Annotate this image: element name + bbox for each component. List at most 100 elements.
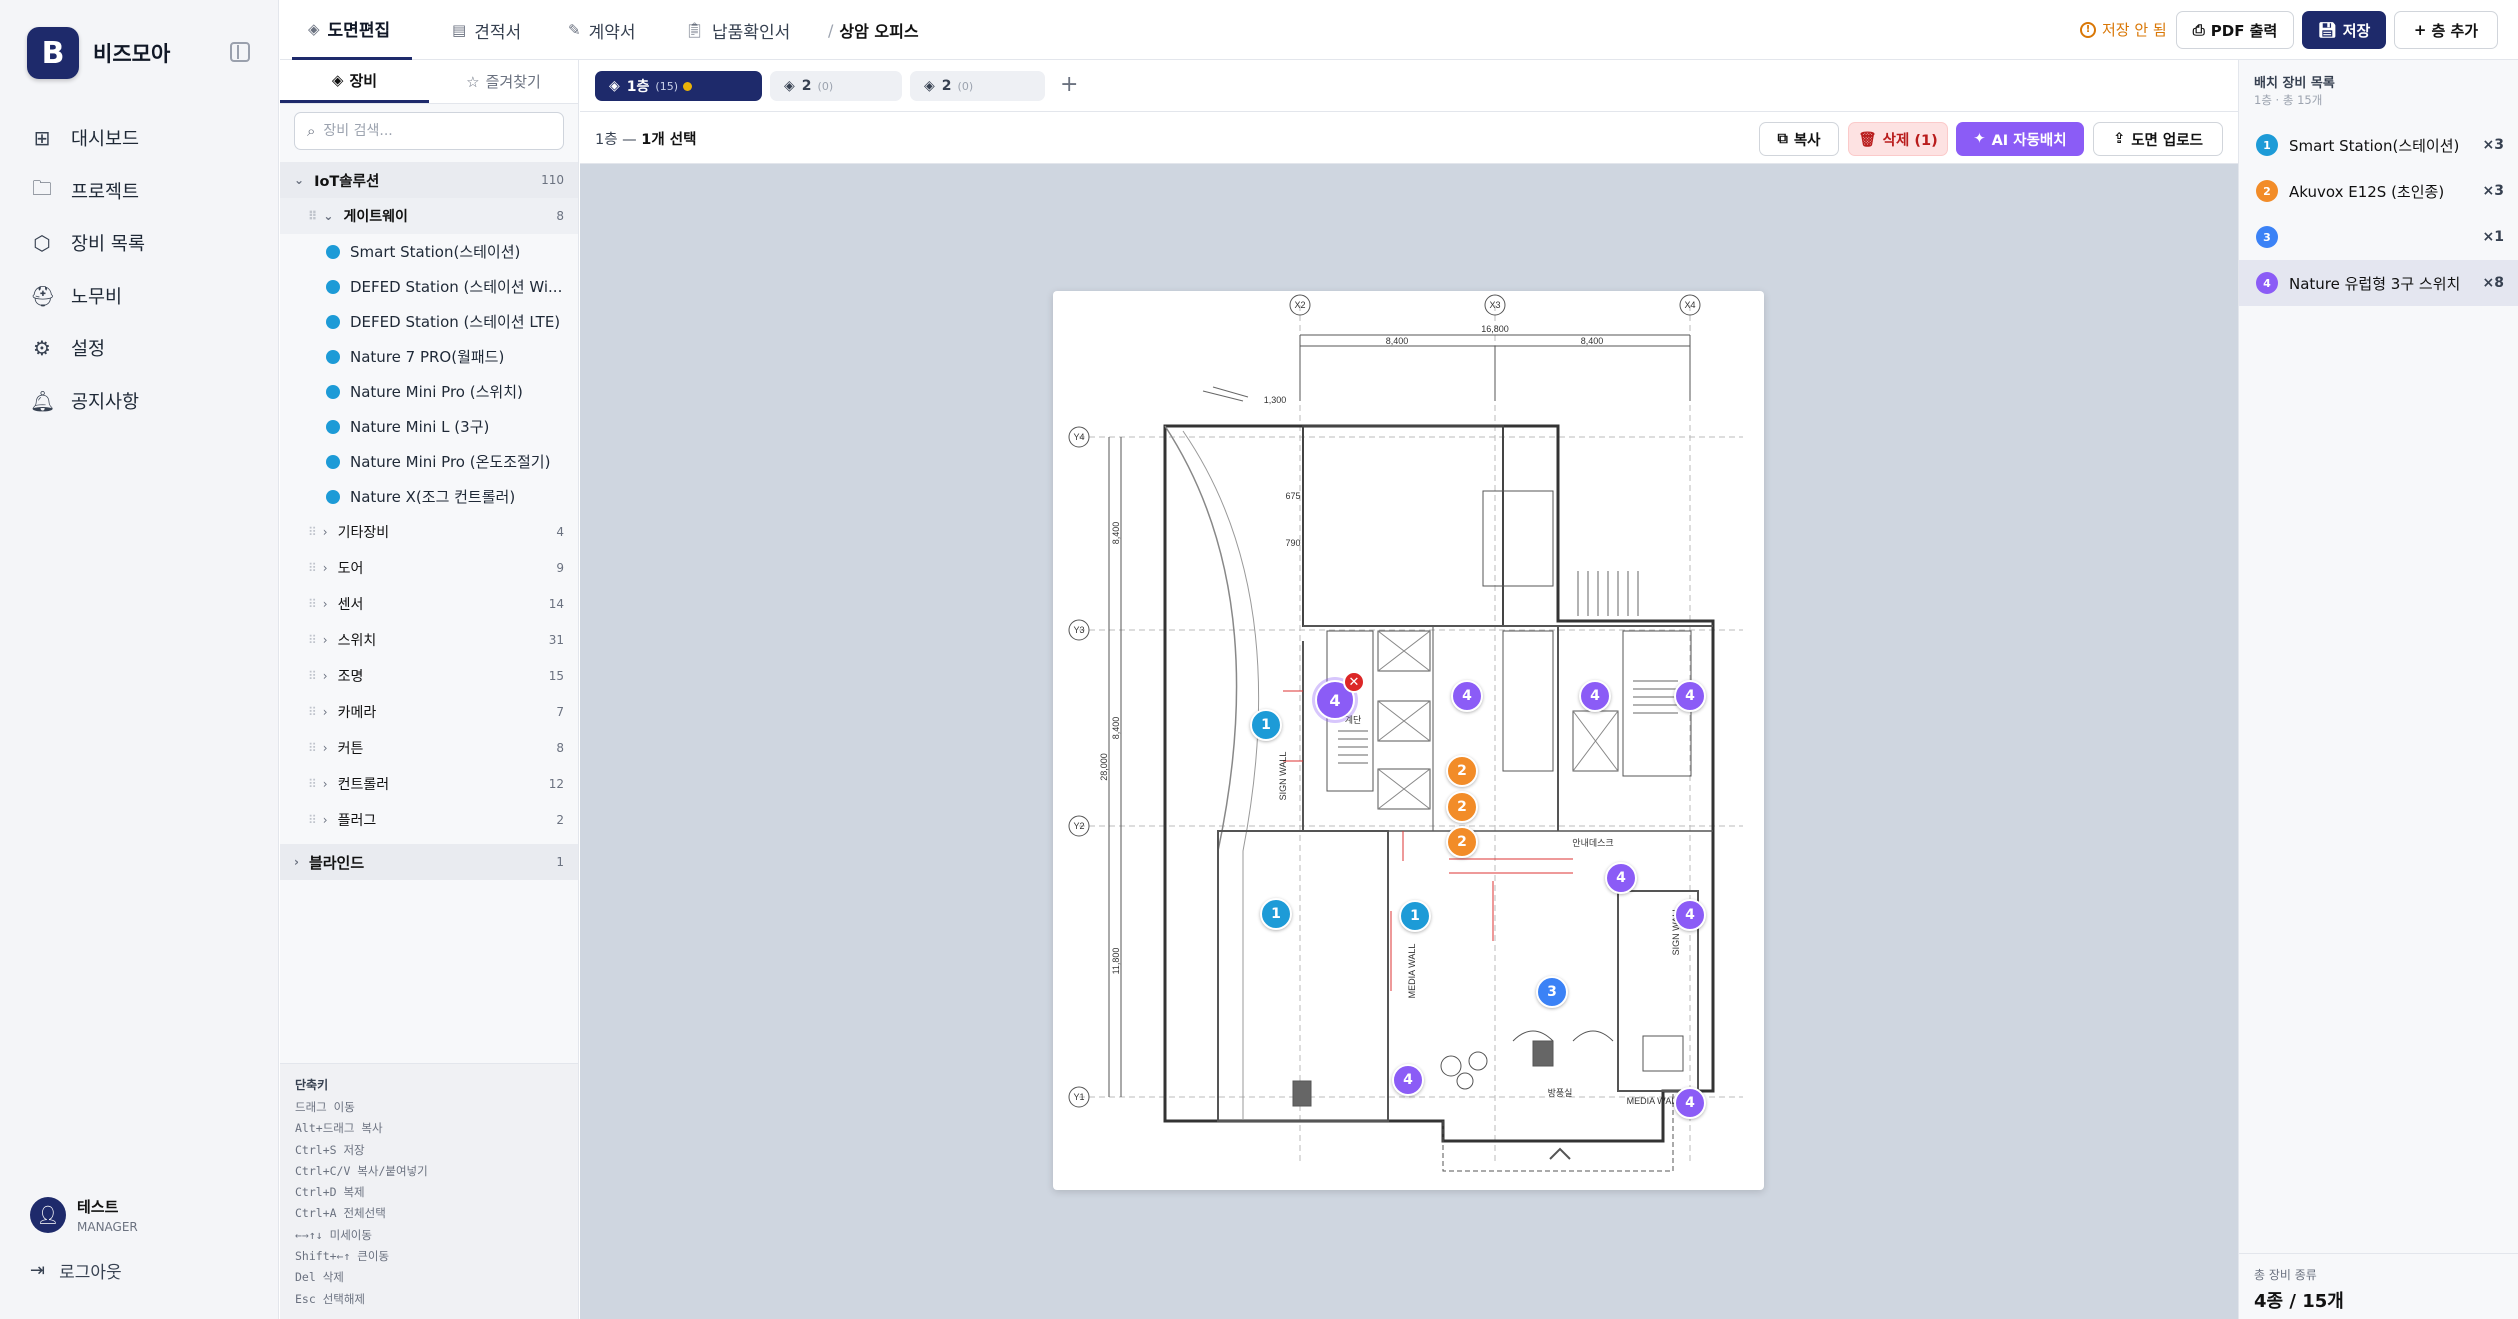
placed-item-number: 2	[2256, 180, 2278, 202]
tab-label: 도면편집	[327, 21, 391, 41]
marker-device-3[interactable]: 3	[1536, 976, 1568, 1008]
equipment-item[interactable]: DEFED Station (스테이션 LTE)	[280, 304, 578, 339]
sidebar-collapse-icon[interactable]	[230, 42, 250, 62]
subcategory[interactable]: ⠿ › 도어 9	[280, 550, 578, 586]
subcategory[interactable]: ⠿ › 조명 15	[280, 658, 578, 694]
copy-button[interactable]: ⧉ 복사	[1759, 122, 1839, 156]
tab-favorites[interactable]: ☆ 즐겨찾기	[429, 60, 578, 103]
chevron-down-icon: ⌄	[294, 173, 305, 187]
marker-switch[interactable]: 4	[1674, 1087, 1706, 1119]
ai-auto-place-button[interactable]: ✦ AI 자동배치	[1956, 122, 2084, 156]
floor-tab-3[interactable]: ◈ 2 (0)	[910, 71, 1045, 101]
equipment-item[interactable]: Smart Station(스테이션)	[280, 234, 578, 269]
tab-contract[interactable]: ✎ 계약서	[568, 0, 636, 60]
tab-delivery[interactable]: 📋︎ 납품확인서	[685, 0, 790, 60]
remove-marker-icon[interactable]: ✕	[1343, 671, 1365, 693]
placed-item[interactable]: 1 Smart Station(스테이션) ×3	[2239, 122, 2518, 168]
dimension-label: 8,400	[1581, 336, 1604, 346]
marker-switch[interactable]: 4	[1605, 862, 1637, 894]
folder-icon: 🗀	[32, 175, 52, 200]
gear-icon: ⚙	[33, 336, 51, 361]
marker-switch[interactable]: 4	[1674, 680, 1706, 712]
nav-item-equipment[interactable]: ⬡ 장비 목록	[30, 217, 260, 270]
tab-equipment[interactable]: ◈ 장비	[280, 60, 429, 103]
save-button[interactable]: 💾︎ 저장	[2302, 11, 2386, 49]
drag-handle-icon[interactable]: ⠿	[308, 561, 317, 575]
equipment-item[interactable]: DEFED Station (스테이션 Wi...	[280, 269, 578, 304]
tab-floorplan-edit[interactable]: ◈ 도면편집	[292, 0, 412, 60]
nav-item-settings[interactable]: ⚙ 설정	[30, 322, 260, 375]
marker-smart-station[interactable]: 1	[1260, 898, 1292, 930]
drag-handle-icon[interactable]: ⠿	[308, 597, 317, 611]
equipment-item[interactable]: Nature Mini Pro (스위치)	[280, 374, 578, 409]
marker-doorbell[interactable]: 2	[1446, 791, 1478, 823]
marker-smart-station[interactable]: 1	[1399, 900, 1431, 932]
shortcuts-help: 단축키 드래그 이동 Alt+드래그 복사 Ctrl+S 저장 Ctrl+C/V…	[280, 1063, 578, 1319]
subcategory[interactable]: ⠿ › 기타장비 4	[280, 514, 578, 550]
dimension-label: 16,800	[1481, 324, 1509, 334]
subcategory[interactable]: ⠿ › 카메라 7	[280, 694, 578, 730]
marker-switch[interactable]: 4	[1674, 899, 1706, 931]
drag-handle-icon[interactable]: ⠿	[308, 813, 317, 827]
tab-estimate[interactable]: ▤ 견적서	[452, 0, 521, 60]
room-label: 방풍실	[1548, 1088, 1573, 1098]
drag-handle-icon[interactable]: ⠿	[308, 209, 317, 223]
search-input[interactable]	[323, 123, 544, 139]
subcategory-count: 15	[548, 669, 564, 683]
chevron-right-icon: ›	[294, 855, 299, 869]
selection-floor: 1층 —	[595, 132, 637, 148]
placed-item-qty: ×8	[2482, 275, 2504, 291]
floorplan-canvas[interactable]: X2 X3 X4 Y4 Y3 Y2 Y1 16,800 8,400 8,400 …	[1053, 291, 1764, 1190]
nav-item-projects[interactable]: 🗀 프로젝트	[30, 165, 260, 218]
subcategory[interactable]: ⠿ › 커튼 8	[280, 730, 578, 766]
marker-switch[interactable]: 4	[1392, 1064, 1424, 1096]
star-icon: ☆	[466, 72, 480, 91]
subcategory[interactable]: ⠿ › 센서 14	[280, 586, 578, 622]
upload-floorplan-button[interactable]: ⇪ 도면 업로드	[2093, 122, 2223, 156]
nav-item-labor[interactable]: ⛑ 노무비	[30, 270, 260, 323]
drag-handle-icon[interactable]: ⠿	[308, 525, 317, 539]
delete-button[interactable]: 🗑︎ 삭제 (1)	[1848, 122, 1948, 156]
floor-label: 2	[941, 78, 952, 94]
placed-item-selected[interactable]: 4 Nature 유럽형 3구 스위치 ×8	[2239, 260, 2518, 306]
floor-tab-2[interactable]: ◈ 2 (0)	[770, 71, 902, 101]
unsaved-label: 저장 안 됨	[2102, 21, 2167, 39]
add-floor-tab-icon[interactable]: +	[1060, 72, 1078, 97]
add-floor-button[interactable]: + 층 추가	[2394, 11, 2498, 49]
subcategory-label: 스위치	[337, 633, 377, 649]
nav-item-dashboard[interactable]: ⊞ 대시보드	[30, 112, 260, 165]
floor-tab-1[interactable]: ◈ 1층 (15)	[595, 71, 762, 101]
subcategory[interactable]: ⠿ › 스위치 31	[280, 622, 578, 658]
equipment-item[interactable]: Nature X(조그 컨트롤러)	[280, 479, 578, 514]
marker-smart-station[interactable]: 1	[1250, 709, 1282, 741]
drag-handle-icon[interactable]: ⠿	[308, 777, 317, 791]
placed-item[interactable]: 2 Akuvox E12S (초인종) ×3	[2239, 168, 2518, 214]
nav-item-notices[interactable]: 🔔︎ 공지사항	[30, 375, 260, 428]
equipment-item[interactable]: Nature 7 PRO(월패드)	[280, 339, 578, 374]
drag-handle-icon[interactable]: ⠿	[308, 669, 317, 683]
marker-doorbell[interactable]: 2	[1446, 826, 1478, 858]
tab-label: 견적서	[474, 22, 522, 43]
subcategory-gateway[interactable]: ⠿ ⌄ 게이트웨이 8	[280, 198, 578, 234]
subcategory[interactable]: ⠿ › 컨트롤러 12	[280, 766, 578, 802]
marker-doorbell[interactable]: 2	[1446, 755, 1478, 787]
user-profile[interactable]: 👤︎ 테스트 MANAGER	[30, 1196, 138, 1234]
drag-handle-icon[interactable]: ⠿	[308, 633, 317, 647]
category-blind[interactable]: › 블라인드 1	[280, 844, 578, 880]
brand[interactable]: B 비즈모아	[27, 27, 170, 79]
category-iot[interactable]: ⌄ IoT솔루션 110	[280, 162, 578, 198]
drag-handle-icon[interactable]: ⠿	[308, 705, 317, 719]
equipment-search[interactable]: ⌕	[294, 112, 564, 150]
pdf-export-button[interactable]: ⎙ PDF 출력	[2176, 11, 2294, 49]
placed-item[interactable]: 3 ×1	[2239, 214, 2518, 260]
tab-label: 납품확인서	[712, 22, 791, 43]
logout-button[interactable]: ⇥ 로그아웃	[30, 1258, 122, 1283]
drag-handle-icon[interactable]: ⠿	[308, 741, 317, 755]
marker-switch[interactable]: 4	[1451, 680, 1483, 712]
equipment-item[interactable]: Nature Mini Pro (온도조절기)	[280, 444, 578, 479]
equipment-item[interactable]: Nature Mini L (3구)	[280, 409, 578, 444]
logout-label: 로그아웃	[59, 1263, 122, 1283]
marker-switch[interactable]: 4	[1579, 680, 1611, 712]
breadcrumb: / 상암 오피스	[828, 0, 919, 60]
subcategory[interactable]: ⠿ › 플러그 2	[280, 802, 578, 838]
